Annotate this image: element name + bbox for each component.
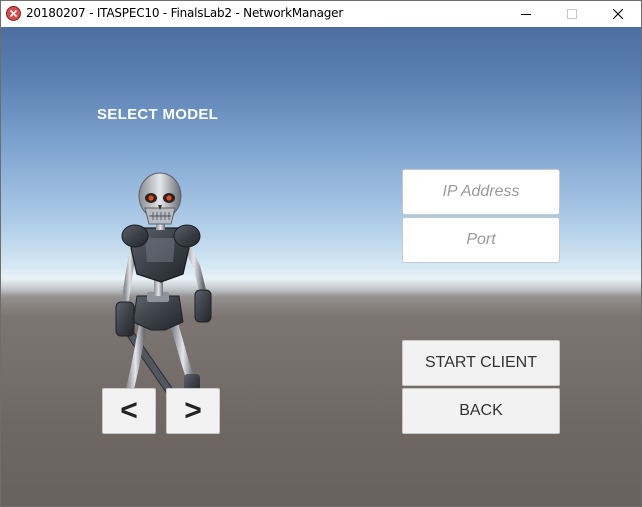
next-model-button[interactable]: > xyxy=(166,388,220,434)
minimize-button[interactable] xyxy=(503,1,549,27)
maximize-button[interactable] xyxy=(549,1,595,27)
minimize-icon xyxy=(521,14,531,15)
port-input[interactable] xyxy=(402,217,560,263)
close-icon xyxy=(613,9,623,19)
app-window: 20180207 - ITASPEC10 - FinalsLab2 - Netw… xyxy=(0,0,642,507)
game-viewport: SELECT MODEL < > IP Address Port START C… xyxy=(1,27,641,506)
previous-model-button[interactable]: < xyxy=(102,388,156,434)
maximize-icon xyxy=(567,9,577,19)
start-client-button[interactable]: START CLIENT xyxy=(402,340,560,386)
title-bar[interactable]: 20180207 - ITASPEC10 - FinalsLab2 - Netw… xyxy=(1,1,641,27)
app-icon xyxy=(6,6,21,21)
select-model-label: SELECT MODEL xyxy=(97,106,219,123)
close-button[interactable] xyxy=(595,1,641,27)
window-title: 20180207 - ITASPEC10 - FinalsLab2 - Netw… xyxy=(26,6,344,20)
ip-address-input[interactable] xyxy=(402,169,560,215)
back-button[interactable]: BACK xyxy=(402,388,560,434)
